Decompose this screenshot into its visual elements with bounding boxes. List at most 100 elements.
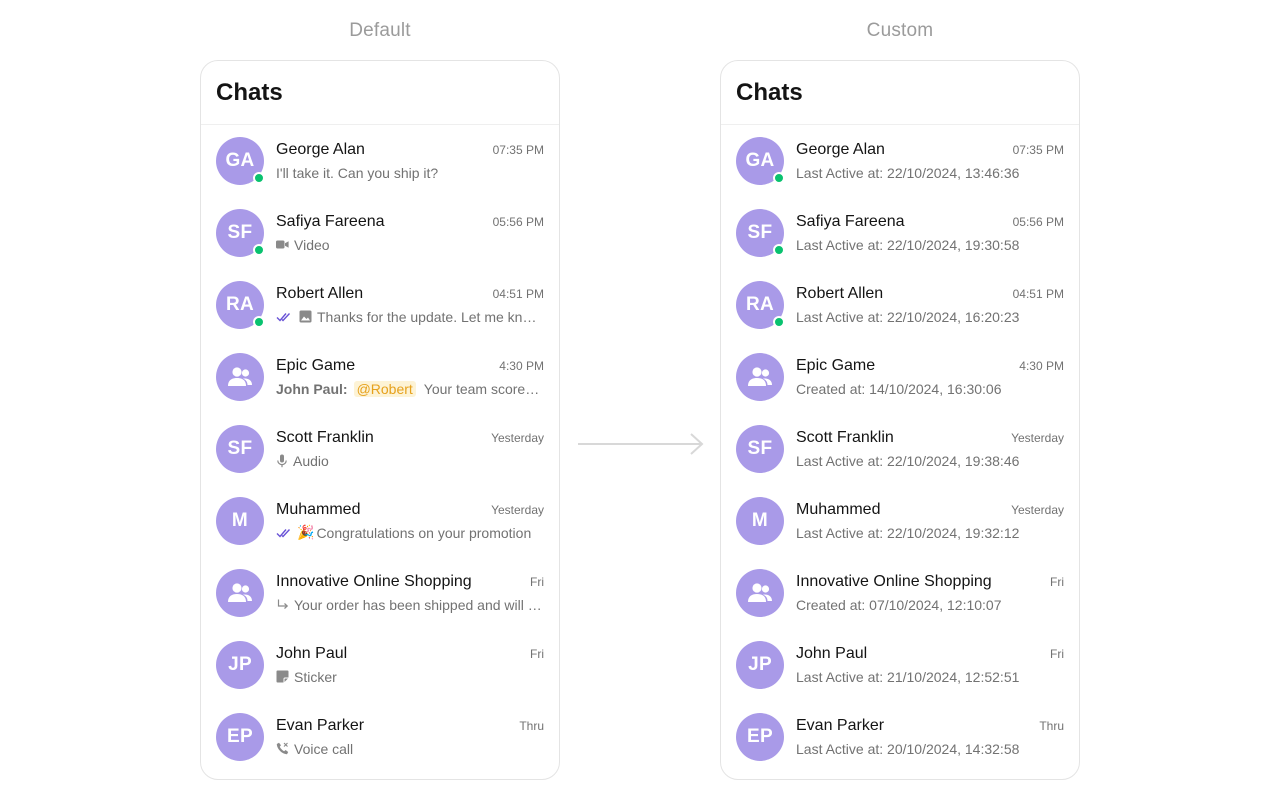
chat-name: Innovative Online Shopping xyxy=(276,572,472,590)
chat-item-muhammed[interactable]: M Muhammed Yesterday 🎉 Congratulations on… xyxy=(201,485,559,557)
online-status-dot xyxy=(773,316,785,328)
avatar: EP xyxy=(736,713,784,761)
chat-item-safiya-fareena[interactable]: SF Safiya Fareena 05:56 PM Last Active at… xyxy=(721,197,1079,269)
avatar-initials: SF xyxy=(227,438,253,459)
chat-item-george-alan[interactable]: GA George Alan 07:35 PM I'll take it. Can… xyxy=(201,125,559,197)
chat-time: 07:35 PM xyxy=(1012,142,1064,157)
chats-header: Chats xyxy=(201,61,559,125)
chat-item-scott-franklin[interactable]: SF Scott Franklin Yesterday Last Active a… xyxy=(721,413,1079,485)
online-status-dot xyxy=(253,172,265,184)
avatar: RA xyxy=(216,281,265,329)
avatar: GA xyxy=(216,137,265,185)
online-status-dot xyxy=(253,316,265,328)
image-icon xyxy=(299,310,312,323)
last-message: I'll take it. Can you ship it? xyxy=(276,164,439,181)
chat-time: Yesterday xyxy=(491,502,544,517)
chat-item-scott-franklin[interactable]: SF Scott Franklin Yesterday Audio xyxy=(201,413,559,485)
avatar-initials: SF xyxy=(747,222,773,243)
avatar-initials: M xyxy=(231,510,249,531)
created-at-text: Created at: 07/10/2024, 12:10:07 xyxy=(796,596,1002,613)
last-message: Audio xyxy=(293,452,329,469)
last-message: Your order has been shipped and will arr… xyxy=(294,596,544,613)
last-active-text: Last Active at: 20/10/2024, 14:32:58 xyxy=(796,740,1020,757)
chat-item-epic-game[interactable]: Epic Game 4:30 PM John Paul: @Robert Your… xyxy=(201,341,559,413)
chat-item-john-paul[interactable]: JP John Paul Fri Last Active at: 21/10/20… xyxy=(721,629,1079,701)
avatar xyxy=(736,353,784,401)
last-active-text: Last Active at: 22/10/2024, 19:32:12 xyxy=(796,524,1020,541)
read-receipt-icon xyxy=(276,528,292,538)
avatar-initials: SF xyxy=(747,438,773,459)
chat-time: 4:30 PM xyxy=(499,358,544,373)
chat-name: Evan Parker xyxy=(276,716,365,734)
last-message: Thanks for the update. Let me know... xyxy=(317,308,544,325)
chat-name: Scott Franklin xyxy=(796,428,894,446)
avatar: JP xyxy=(216,641,264,689)
chat-time: Fri xyxy=(530,646,544,661)
chat-time: Thru xyxy=(519,718,544,733)
reply-arrow-icon xyxy=(276,599,289,611)
chat-name: Epic Game xyxy=(796,356,876,374)
party-popper-emoji: 🎉 xyxy=(297,524,315,540)
chat-item-epic-game[interactable]: Epic Game 4:30 PM Created at: 14/10/2024,… xyxy=(721,341,1079,413)
chat-item-robert-allen[interactable]: RA Robert Allen 04:51 PM Thanks for the u… xyxy=(201,269,559,341)
chat-item-evan-parker[interactable]: EP Evan Parker Thru Voice call xyxy=(201,701,559,773)
microphone-icon xyxy=(276,454,288,468)
chat-name: John Paul xyxy=(796,644,868,662)
phone-icon xyxy=(276,742,289,755)
read-receipt-icon xyxy=(276,312,292,322)
mention-tag[interactable]: @Robert xyxy=(353,380,416,397)
chat-time: 4:30 PM xyxy=(1019,358,1064,373)
avatar-initials: SF xyxy=(227,222,253,243)
chat-time: 04:51 PM xyxy=(1012,286,1064,301)
avatar: GA xyxy=(736,137,785,185)
avatar: SF xyxy=(736,425,784,473)
last-active-text: Last Active at: 22/10/2024, 19:30:58 xyxy=(796,236,1020,253)
custom-label: Custom xyxy=(866,20,934,41)
arrow-right-icon xyxy=(578,433,704,455)
avatar-initials: EP xyxy=(747,726,773,747)
avatar: M xyxy=(736,497,784,545)
group-icon xyxy=(226,366,254,388)
chat-name: Robert Allen xyxy=(796,284,884,302)
avatar-initials: RA xyxy=(225,294,255,315)
chat-item-muhammed[interactable]: M Muhammed Yesterday Last Active at: 22/1… xyxy=(721,485,1079,557)
avatar-initials: EP xyxy=(227,726,253,747)
chats-title: Chats xyxy=(736,79,803,106)
chat-name: Innovative Online Shopping xyxy=(796,572,992,590)
chat-time: 05:56 PM xyxy=(1012,214,1064,229)
chat-name: Epic Game xyxy=(276,356,356,374)
chat-name: Scott Franklin xyxy=(276,428,374,446)
chat-list: GA George Alan 07:35 PM Last Active at: 2… xyxy=(721,125,1079,773)
chat-item-evan-parker[interactable]: EP Evan Parker Thru Last Active at: 20/10… xyxy=(721,701,1079,773)
group-icon xyxy=(746,582,774,604)
default-chats-panel: Chats GA George Alan 07:35 PM I'll take i… xyxy=(200,60,560,780)
chat-name: George Alan xyxy=(276,140,365,158)
chat-time: 04:51 PM xyxy=(492,286,544,301)
chat-time: 07:35 PM xyxy=(492,142,544,157)
last-active-text: Last Active at: 22/10/2024, 19:38:46 xyxy=(796,452,1020,469)
avatar-initials: GA xyxy=(225,150,255,171)
chat-item-safiya-fareena[interactable]: SF Safiya Fareena 05:56 PM Video xyxy=(201,197,559,269)
chat-time: Yesterday xyxy=(491,430,544,445)
chat-item-innovative-online-shopping[interactable]: Innovative Online Shopping Fri Your order… xyxy=(201,557,559,629)
avatar: M xyxy=(216,497,264,545)
last-active-text: Last Active at: 21/10/2024, 12:52:51 xyxy=(796,668,1020,685)
chat-time: 05:56 PM xyxy=(492,214,544,229)
last-message: Voice call xyxy=(294,740,354,757)
chat-item-robert-allen[interactable]: RA Robert Allen 04:51 PM Last Active at: … xyxy=(721,269,1079,341)
chat-name: George Alan xyxy=(796,140,885,158)
chat-item-john-paul[interactable]: JP John Paul Fri Sticker xyxy=(201,629,559,701)
avatar-initials: JP xyxy=(228,654,252,675)
avatar-initials: M xyxy=(751,510,769,531)
group-icon xyxy=(746,366,774,388)
video-icon xyxy=(276,239,289,250)
avatar-initials: JP xyxy=(748,654,772,675)
online-status-dot xyxy=(253,244,265,256)
chat-item-innovative-online-shopping[interactable]: Innovative Online Shopping Fri Created at… xyxy=(721,557,1079,629)
chat-item-george-alan[interactable]: GA George Alan 07:35 PM Last Active at: 2… xyxy=(721,125,1079,197)
chat-time: Yesterday xyxy=(1011,430,1064,445)
group-icon xyxy=(226,582,254,604)
last-message: Video xyxy=(294,236,330,253)
avatar: SF xyxy=(216,425,264,473)
chat-name: John Paul xyxy=(276,644,348,662)
